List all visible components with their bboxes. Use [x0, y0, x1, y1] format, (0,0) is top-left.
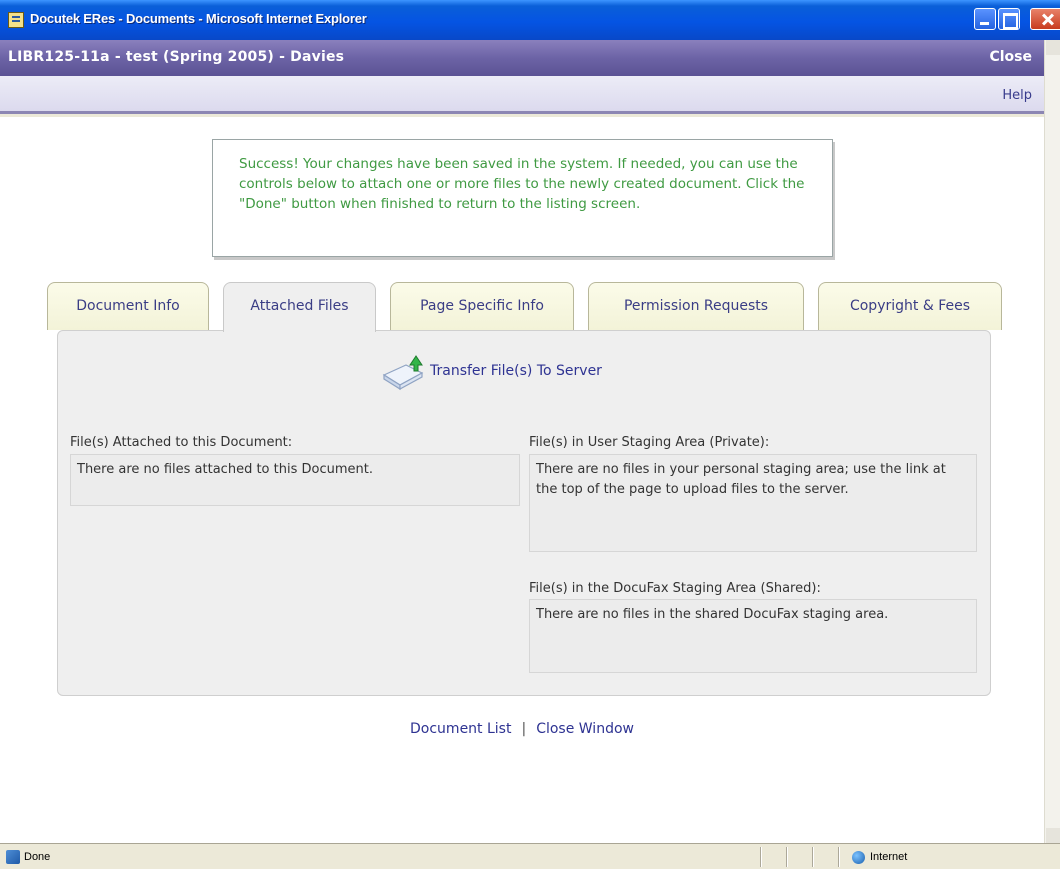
- transfer-files-link[interactable]: Transfer File(s) To Server: [380, 351, 602, 391]
- attached-files-list: There are no files attached to this Docu…: [70, 454, 520, 506]
- page-header: LIBR125-11a - test (Spring 2005) - Davie…: [0, 40, 1044, 76]
- internet-zone-icon: [852, 851, 865, 864]
- maximize-button[interactable]: [998, 8, 1020, 30]
- course-title: LIBR125-11a - test (Spring 2005) - Davie…: [8, 49, 345, 65]
- window-close-button[interactable]: [1030, 8, 1060, 30]
- security-zone: Internet: [870, 851, 908, 863]
- scroll-up-arrow[interactable]: [1046, 40, 1060, 55]
- status-divider: [838, 847, 840, 867]
- success-message: Success! Your changes have been saved in…: [212, 139, 833, 257]
- tab-copyright-fees[interactable]: Copyright & Fees: [818, 282, 1002, 330]
- tab-permission-requests[interactable]: Permission Requests: [588, 282, 804, 330]
- attached-files-panel: Transfer File(s) To Server File(s) Attac…: [57, 330, 991, 696]
- page-content: Success! Your changes have been saved in…: [0, 117, 1044, 843]
- upload-box-icon: [380, 351, 426, 391]
- scroll-down-arrow[interactable]: [1046, 828, 1060, 843]
- ie-page-icon: [8, 12, 24, 28]
- vertical-scrollbar[interactable]: [1044, 40, 1060, 843]
- status-divider: [760, 847, 762, 867]
- close-window-link[interactable]: Close Window: [536, 721, 634, 737]
- status-bar: Done Internet: [0, 843, 1060, 869]
- transfer-files-label[interactable]: Transfer File(s) To Server: [430, 363, 602, 379]
- attached-files-label: File(s) Attached to this Document:: [70, 435, 293, 450]
- status-divider: [786, 847, 788, 867]
- sub-header: Help: [0, 76, 1044, 114]
- page-done-icon: [6, 850, 20, 864]
- docufax-staging-list: There are no files in the shared DocuFax…: [529, 599, 977, 673]
- window-title: Docutek ERes - Documents - Microsoft Int…: [30, 11, 367, 26]
- minimize-button[interactable]: [974, 8, 996, 30]
- status-divider: [812, 847, 814, 867]
- tab-document-info[interactable]: Document Info: [47, 282, 209, 330]
- link-separator: |: [521, 721, 527, 737]
- close-link[interactable]: Close: [989, 49, 1032, 65]
- user-staging-list: There are no files in your personal stag…: [529, 454, 977, 552]
- status-text: Done: [24, 851, 51, 863]
- docufax-staging-label: File(s) in the DocuFax Staging Area (Sha…: [529, 581, 821, 596]
- tab-page-specific-info[interactable]: Page Specific Info: [390, 282, 574, 330]
- footer-links: Document List | Close Window: [0, 721, 1044, 737]
- tab-attached-files[interactable]: Attached Files: [223, 282, 376, 332]
- window-title-bar[interactable]: Docutek ERes - Documents - Microsoft Int…: [0, 0, 1060, 40]
- document-list-link[interactable]: Document List: [410, 721, 511, 737]
- help-link[interactable]: Help: [1002, 88, 1032, 103]
- user-staging-label: File(s) in User Staging Area (Private):: [529, 435, 770, 450]
